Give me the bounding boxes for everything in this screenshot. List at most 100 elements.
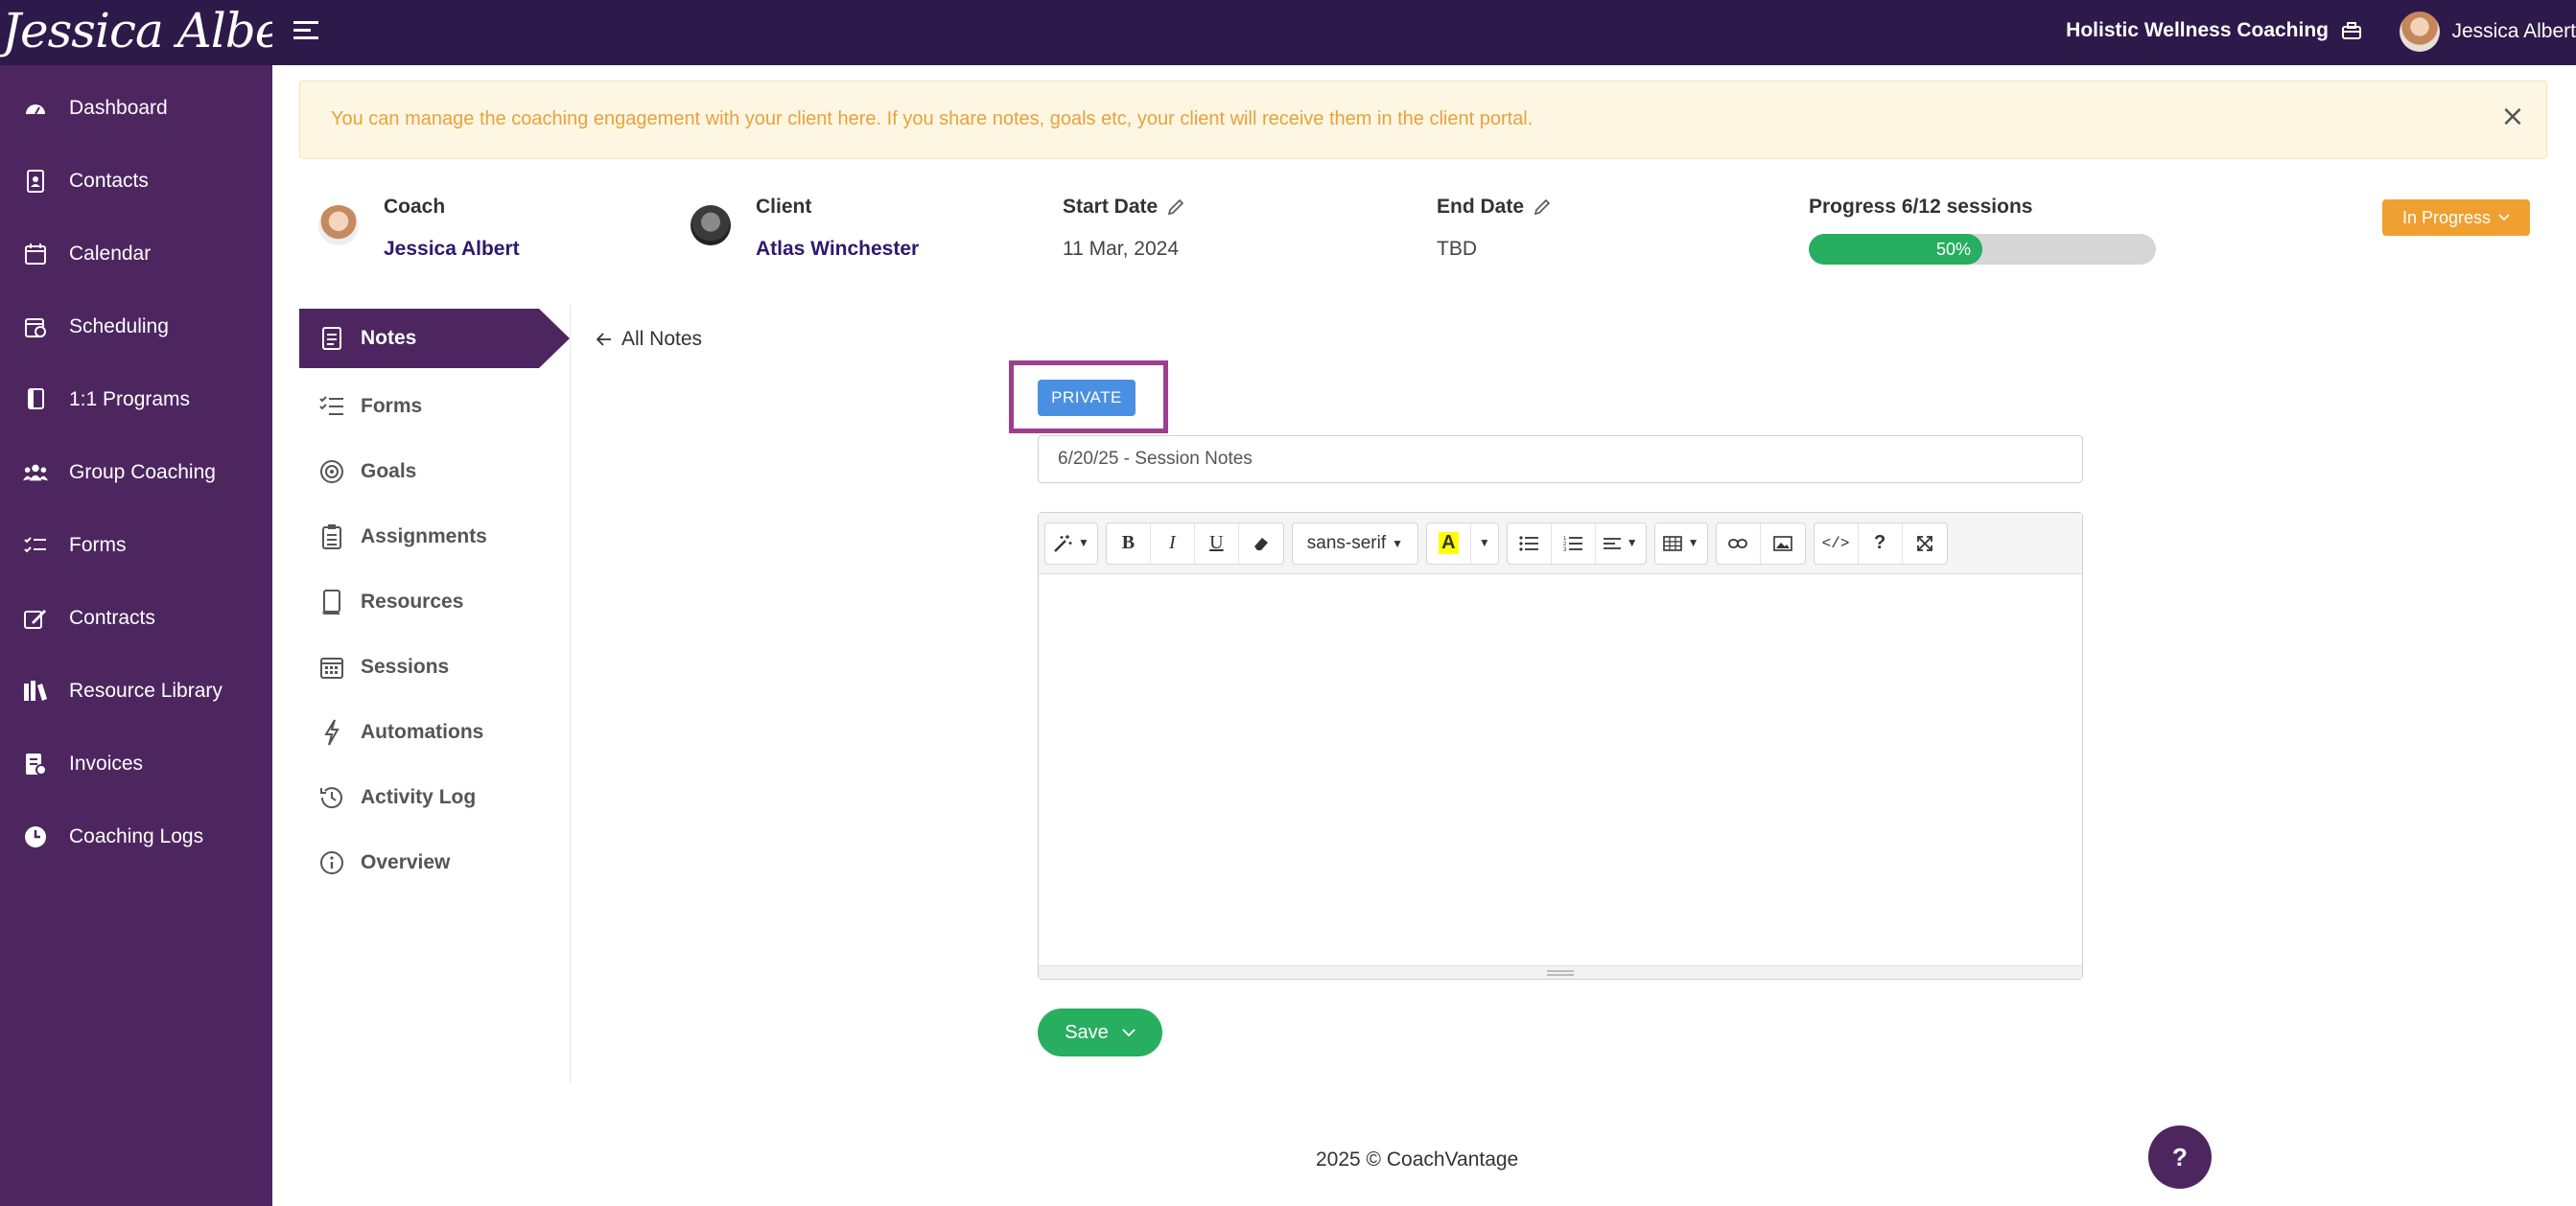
bullet-list-button[interactable] xyxy=(1508,522,1552,564)
pencil-icon[interactable] xyxy=(1167,198,1184,216)
progress-bar: 50% xyxy=(1809,234,2156,265)
caret-down-icon: ▼ xyxy=(1626,536,1638,549)
sidebar-item-contracts[interactable]: Contracts xyxy=(0,582,272,655)
sidebar-item-programs[interactable]: 1:1 Programs xyxy=(0,363,272,436)
help-fab-button[interactable]: ? xyxy=(2148,1125,2212,1189)
font-name: sans-serif xyxy=(1306,532,1387,553)
sidebar-item-forms[interactable]: Forms xyxy=(0,509,272,582)
tab-label: Notes xyxy=(361,327,417,349)
tab-label: Automations xyxy=(361,721,484,743)
org-switcher[interactable]: Holistic Wellness Coaching xyxy=(2066,19,2361,42)
sidebar-item-scheduling[interactable]: Scheduling xyxy=(0,290,272,363)
tab-notes[interactable]: Notes xyxy=(299,309,570,368)
engagement-subnav: Notes Forms Goals Assignments Resources … xyxy=(299,309,570,895)
tab-label: Activity Log xyxy=(361,786,477,808)
fullscreen-button[interactable] xyxy=(1903,523,1947,564)
book-icon xyxy=(318,589,345,615)
sidebar-item-label: Scheduling xyxy=(69,315,169,337)
sidebar-item-calendar[interactable]: Calendar xyxy=(0,218,272,290)
align-dropdown-button[interactable]: ▼ xyxy=(1596,523,1646,564)
caret-down-icon: ▼ xyxy=(1478,536,1490,549)
save-button[interactable]: Save xyxy=(1038,1009,1162,1056)
sidebar-item-label: Forms xyxy=(69,534,127,556)
brand-logo[interactable]: Jessica Albert xyxy=(0,0,272,65)
magic-wand-icon xyxy=(1054,534,1072,552)
close-icon[interactable]: × xyxy=(2498,103,2527,131)
caret-down-icon: ▼ xyxy=(1392,536,1404,550)
bold-button[interactable]: B xyxy=(1107,522,1151,564)
code-view-button[interactable]: </> xyxy=(1815,522,1859,564)
save-label: Save xyxy=(1065,1021,1109,1043)
briefcase-icon xyxy=(2342,22,2361,39)
tab-label: Sessions xyxy=(361,656,450,678)
italic-button[interactable]: I xyxy=(1151,522,1195,564)
sidebar-item-label: Dashboard xyxy=(69,97,168,119)
menu-toggle-icon[interactable] xyxy=(293,21,318,42)
image-icon xyxy=(1772,535,1792,551)
magic-style-button[interactable]: ▼ xyxy=(1045,523,1097,564)
user-menu[interactable]: Jessica Albert xyxy=(2400,10,2576,54)
tab-automations[interactable]: Automations xyxy=(299,700,570,765)
sidebar-item-coaching-logs[interactable]: Coaching Logs xyxy=(0,800,272,873)
start-date-label: Start Date xyxy=(1063,196,1159,218)
start-date-info: Start Date 11 Mar, 2024 xyxy=(1063,196,1184,261)
tab-resources[interactable]: Resources xyxy=(299,569,570,635)
tab-goals[interactable]: Goals xyxy=(299,439,570,504)
font-family-dropdown[interactable]: sans-serif ▼ xyxy=(1293,523,1417,564)
tab-activity-log[interactable]: Activity Log xyxy=(299,765,570,830)
footer-copyright: 2025 © CoachVantage xyxy=(1316,1148,1519,1171)
color-dropdown-button[interactable]: ▼ xyxy=(1471,523,1498,564)
target-icon xyxy=(318,458,345,485)
sidebar-item-label: Invoices xyxy=(69,753,144,775)
sidebar-item-group-coaching[interactable]: Group Coaching xyxy=(0,436,272,509)
editor-content-area[interactable] xyxy=(1039,574,2082,962)
coach-name-link[interactable]: Jessica Albert xyxy=(384,238,520,261)
sidebar-item-invoices[interactable]: Invoices xyxy=(0,728,272,800)
group-icon xyxy=(23,460,48,485)
lightning-icon xyxy=(318,719,345,746)
numbered-list-button[interactable]: 123 xyxy=(1552,522,1596,564)
end-date-info: End Date TBD xyxy=(1437,196,1551,261)
insert-link-button[interactable] xyxy=(1717,522,1761,564)
sidebar-item-contacts[interactable]: Contacts xyxy=(0,145,272,218)
text-color-button[interactable]: A xyxy=(1427,522,1471,564)
info-alert: You can manage the coaching engagement w… xyxy=(299,81,2547,159)
table-dropdown-button[interactable]: ▼ xyxy=(1655,523,1707,564)
sidebar-item-resource-library[interactable]: Resource Library xyxy=(0,655,272,728)
sidebar-item-dashboard[interactable]: Dashboard xyxy=(0,72,272,145)
help-button[interactable]: ? xyxy=(1859,522,1903,564)
tab-label: Forms xyxy=(361,395,423,417)
tab-label: Assignments xyxy=(361,525,487,547)
tab-overview[interactable]: Overview xyxy=(299,830,570,895)
resize-handle[interactable] xyxy=(1039,965,2082,979)
dashboard-icon xyxy=(23,96,48,121)
insert-image-button[interactable] xyxy=(1761,523,1805,564)
coach-info: Coach Jessica Albert xyxy=(384,196,520,261)
pencil-icon[interactable] xyxy=(1534,198,1551,216)
arrow-left-icon xyxy=(597,333,611,346)
calendar-grid-icon xyxy=(318,654,345,681)
contacts-icon xyxy=(23,169,48,194)
divider xyxy=(570,305,571,1083)
tab-label: Goals xyxy=(361,460,417,482)
notes-icon xyxy=(318,325,345,352)
client-avatar xyxy=(691,205,731,245)
tab-assignments[interactable]: Assignments xyxy=(299,504,570,569)
expand-icon xyxy=(1916,535,1932,551)
all-notes-link[interactable]: All Notes xyxy=(597,328,702,351)
calendar-icon xyxy=(23,242,48,267)
client-name-link[interactable]: Atlas Winchester xyxy=(756,238,919,261)
note-title-input[interactable] xyxy=(1038,435,2083,483)
status-dropdown[interactable]: In Progress xyxy=(2382,199,2530,236)
user-name: Jessica Albert xyxy=(2451,20,2576,42)
private-toggle-button[interactable]: PRIVATE xyxy=(1038,380,1136,416)
grip-icon xyxy=(1547,970,1574,976)
tab-forms[interactable]: Forms xyxy=(299,374,570,439)
clear-format-button[interactable] xyxy=(1239,523,1283,564)
tab-sessions[interactable]: Sessions xyxy=(299,635,570,700)
tab-label: Resources xyxy=(361,591,464,613)
contracts-icon xyxy=(23,606,48,631)
alert-message: You can manage the coaching engagement w… xyxy=(331,108,1534,129)
underline-button[interactable]: U xyxy=(1195,522,1239,564)
align-left-icon xyxy=(1603,537,1621,549)
